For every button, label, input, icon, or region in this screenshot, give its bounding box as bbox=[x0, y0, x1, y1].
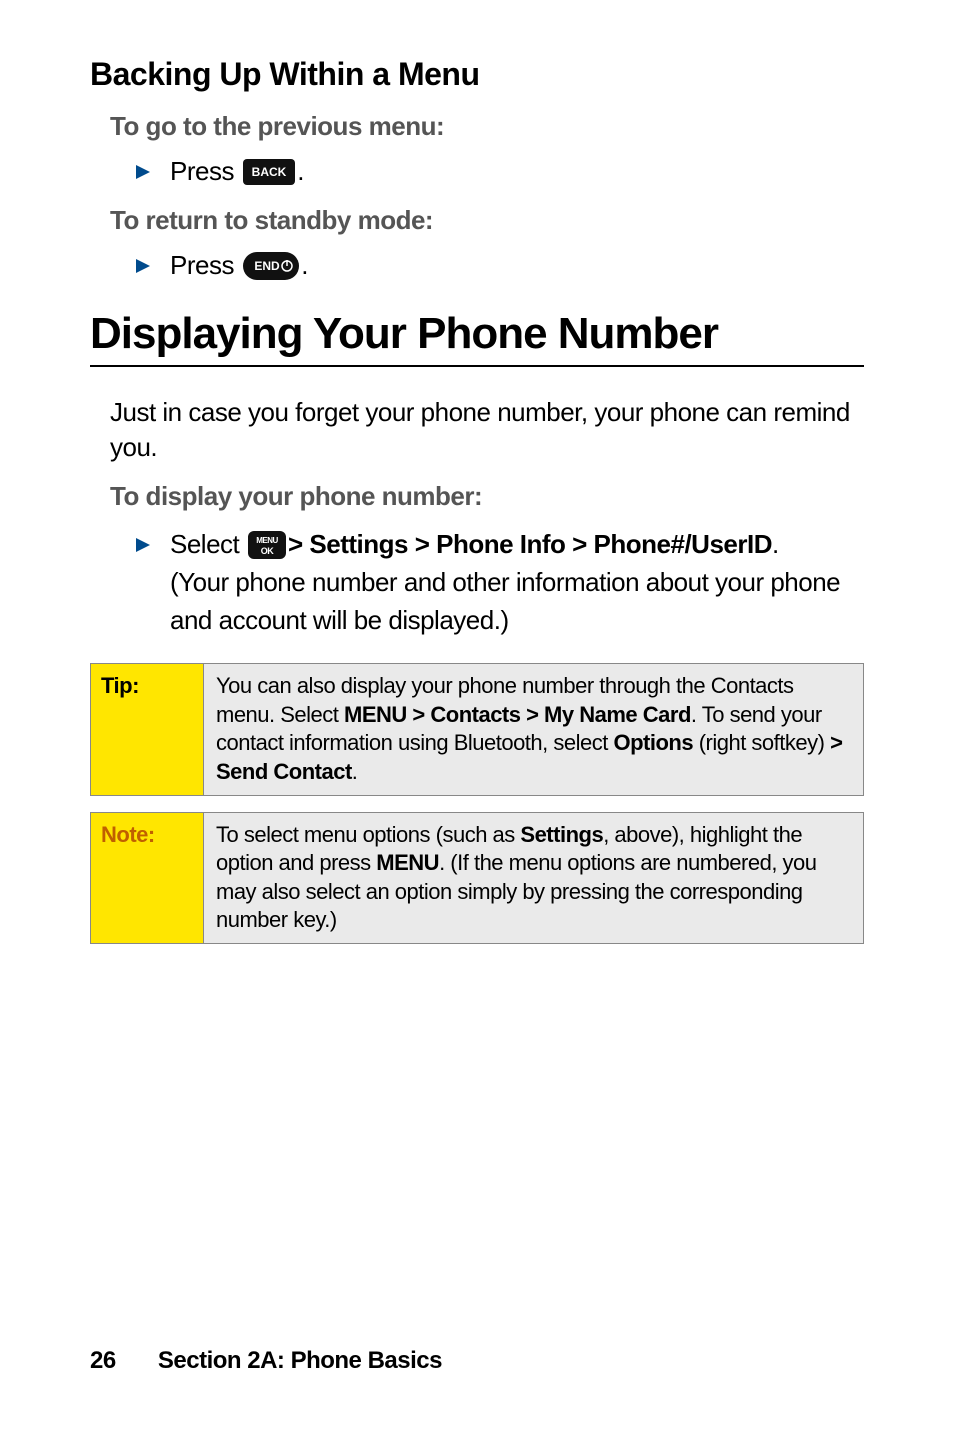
period: . bbox=[772, 526, 779, 564]
note-label: Note: bbox=[91, 813, 204, 943]
note-bold: MENU bbox=[376, 850, 439, 875]
press-label: Press bbox=[170, 156, 234, 187]
step-press-end: Press END . bbox=[134, 250, 864, 281]
step-press-back: Press BACK . bbox=[134, 156, 864, 187]
tip-content: You can also display your phone number t… bbox=[204, 664, 863, 794]
label-previous-menu: To go to the previous menu: bbox=[110, 111, 854, 142]
note-text: To select menu options (such as bbox=[216, 822, 520, 847]
period: . bbox=[297, 156, 304, 187]
tip-bold: Options bbox=[613, 730, 693, 755]
step-select-path: Select MENU OK > Settings > Phone Info >… bbox=[134, 526, 864, 639]
note-callout: Note: To select menu options (such as Se… bbox=[90, 812, 864, 944]
intro-paragraph: Just in case you forget your phone numbe… bbox=[110, 395, 854, 465]
heading-rule bbox=[90, 365, 864, 367]
period: . bbox=[301, 250, 308, 281]
page-footer: 26 Section 2A: Phone Basics bbox=[90, 1347, 442, 1375]
page-number: 26 bbox=[90, 1347, 116, 1374]
select-tail: (Your phone number and other information… bbox=[170, 564, 864, 639]
end-key-text: END bbox=[255, 259, 281, 273]
press-label: Press bbox=[170, 250, 234, 281]
note-content: To select menu options (such as Settings… bbox=[204, 813, 863, 943]
menu-key-text-top: MENU bbox=[256, 536, 278, 545]
tip-label: Tip: bbox=[91, 664, 204, 794]
triangle-bullet-icon bbox=[134, 536, 152, 554]
label-display-number: To display your phone number: bbox=[110, 481, 854, 512]
menu-ok-key-icon: MENU OK bbox=[248, 531, 286, 559]
heading-backing-up: Backing Up Within a Menu bbox=[90, 56, 864, 93]
end-key-icon: END bbox=[243, 252, 299, 280]
page: Backing Up Within a Menu To go to the pr… bbox=[0, 0, 954, 1431]
back-key-icon: BACK bbox=[243, 159, 295, 185]
tip-text: . bbox=[352, 759, 358, 784]
note-bold: Settings bbox=[520, 822, 603, 847]
menu-key-text-bot: OK bbox=[261, 546, 275, 556]
triangle-bullet-icon bbox=[134, 257, 152, 275]
select-label: Select bbox=[170, 526, 239, 564]
tip-bold: MENU > Contacts > My Name Card bbox=[344, 702, 691, 727]
back-key-text: BACK bbox=[252, 165, 287, 179]
label-standby-mode: To return to standby mode: bbox=[110, 205, 854, 236]
tip-callout: Tip: You can also display your phone num… bbox=[90, 663, 864, 795]
heading-displaying-number: Displaying Your Phone Number bbox=[90, 309, 864, 359]
tip-text: (right softkey) bbox=[693, 730, 830, 755]
section-label: Section 2A: Phone Basics bbox=[158, 1347, 442, 1374]
menu-path: > Settings > Phone Info > Phone#/UserID bbox=[288, 526, 772, 564]
triangle-bullet-icon bbox=[134, 163, 152, 181]
